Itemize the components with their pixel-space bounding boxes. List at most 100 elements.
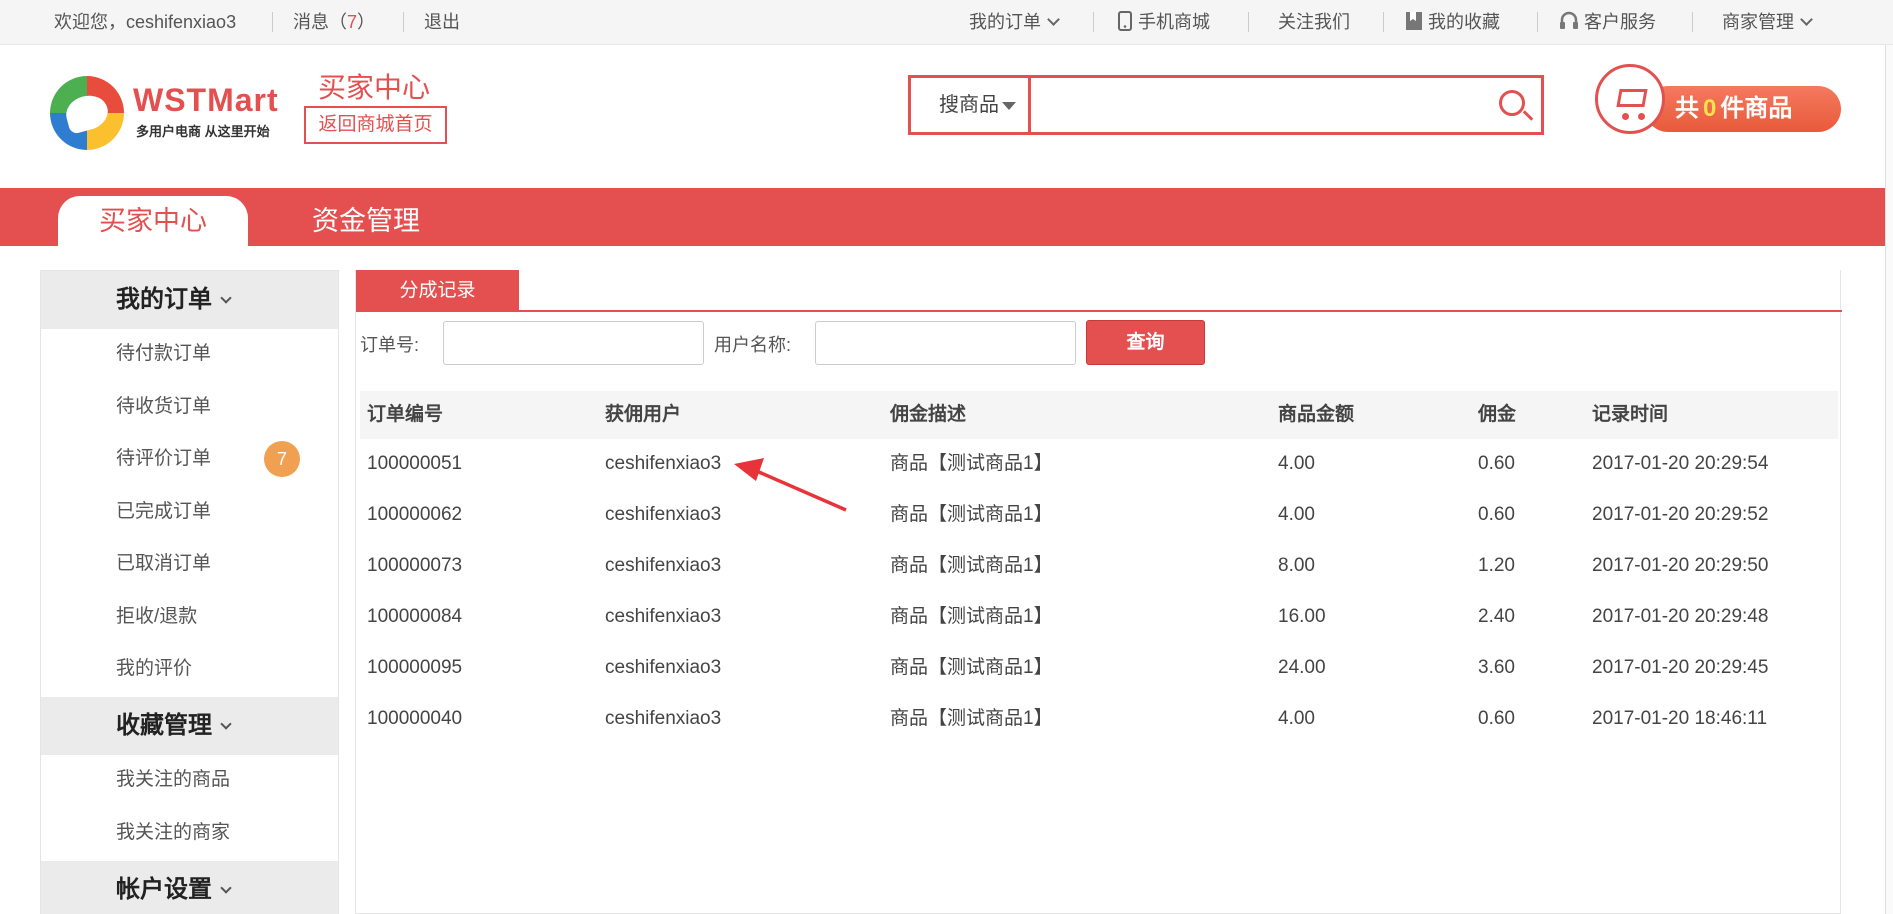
cell-order-no: 100000051	[367, 453, 463, 474]
mobile-mall-link[interactable]: 手机商城	[1118, 10, 1210, 34]
cell-goods-amount: 16.00	[1278, 606, 1326, 627]
cell-user: ceshifenxiao3	[605, 657, 722, 678]
page-scrollbar[interactable]	[1885, 45, 1893, 914]
tab-buyer-center[interactable]: 买家中心	[58, 196, 248, 246]
cell-order-no: 100000084	[367, 606, 463, 627]
divider	[1093, 12, 1094, 32]
query-button[interactable]: 查询	[1086, 320, 1205, 365]
bookmark-icon	[1406, 12, 1422, 30]
messages-close: ）	[357, 12, 376, 32]
cart-button[interactable]: 共 0 件商品	[1595, 64, 1841, 134]
my-orders-label: 我的订单	[969, 12, 1041, 32]
search-input[interactable]	[1035, 80, 1495, 130]
cell-record-time: 2017-01-20 20:29:48	[1592, 606, 1769, 627]
cell-description: 商品【测试商品1】	[890, 504, 1053, 525]
sidebar-item-followed-goods[interactable]: 我关注的商品	[116, 765, 230, 795]
sidebar-section-title: 我的订单	[116, 286, 212, 313]
username-input[interactable]	[815, 321, 1076, 365]
sidebar-item-pending-review[interactable]: 待评价订单	[116, 444, 211, 474]
sidebar-section-favorites[interactable]: 收藏管理	[41, 697, 338, 755]
column-header: 获佣用户	[605, 404, 682, 425]
cell-commission: 1.20	[1478, 555, 1515, 576]
table-row: 100000062 ceshifenxiao3 商品【测试商品1】 4.00 0…	[360, 489, 1838, 540]
cell-record-time: 2017-01-20 20:29:50	[1592, 555, 1769, 576]
cart-suffix: 件商品	[1720, 95, 1793, 122]
cell-description: 商品【测试商品1】	[890, 708, 1053, 729]
sidebar-item-refund[interactable]: 拒收/退款	[116, 602, 197, 632]
sidebar-section-orders[interactable]: 我的订单	[41, 271, 338, 329]
sidebar-section-account[interactable]: 帐户设置	[41, 861, 338, 914]
chevron-down-icon	[220, 882, 232, 894]
divider	[1383, 12, 1384, 32]
mobile-mall-label: 手机商城	[1138, 12, 1210, 32]
logo-text[interactable]: WSTMart	[133, 82, 279, 119]
column-header: 记录时间	[1592, 404, 1669, 425]
logout-link[interactable]: 退出	[424, 10, 460, 34]
my-orders-dropdown[interactable]: 我的订单	[969, 10, 1060, 34]
cell-record-time: 2017-01-20 18:46:11	[1592, 708, 1768, 729]
cell-goods-amount: 4.00	[1278, 453, 1315, 474]
logo-slogan: 多用户电商 从这里开始	[136, 124, 270, 139]
welcome-user-link[interactable]: 欢迎您，ceshifenxiao3	[54, 10, 236, 34]
table-row: 100000040 ceshifenxiao3 商品【测试商品1】 4.00 0…	[360, 693, 1838, 744]
divider	[403, 12, 404, 32]
tab-commission-records[interactable]: 分成记录	[356, 270, 519, 312]
sidebar-section-title: 帐户设置	[116, 876, 212, 903]
follow-us-link[interactable]: 关注我们	[1278, 10, 1350, 34]
search-type-label: 搜商品	[939, 94, 999, 116]
username-label: 用户名称:	[714, 335, 792, 355]
sidebar-item-pending-payment[interactable]: 待付款订单	[116, 339, 211, 369]
sidebar-item-my-reviews[interactable]: 我的评价	[116, 654, 192, 684]
sidebar-item-cancelled[interactable]: 已取消订单	[116, 549, 211, 579]
main-panel: 分成记录 订单号: 用户名称: 查询 订单编号 获佣用户 佣金描述 商品金额 佣…	[355, 270, 1842, 914]
tab-fund-management[interactable]: 资金管理	[312, 196, 420, 246]
sidebar: 我的订单 待付款订单 待收货订单 待评价订单 7 已完成订单 已取消订单 拒收/…	[40, 270, 339, 914]
sidebar-item-completed[interactable]: 已完成订单	[116, 497, 211, 527]
cell-commission: 0.60	[1478, 504, 1515, 525]
customer-service-link[interactable]: 客户服务	[1559, 10, 1656, 34]
column-header: 订单编号	[367, 404, 444, 425]
table-row: 100000051 ceshifenxiao3 商品【测试商品1】 4.00 0…	[360, 438, 1838, 489]
chevron-down-icon	[1047, 13, 1060, 26]
top-bar: 欢迎您，ceshifenxiao3 消息（7） 退出 我的订单 手机商城 关注我…	[0, 0, 1893, 45]
table-header: 订单编号 获佣用户 佣金描述 商品金额 佣金 记录时间	[360, 391, 1838, 439]
pending-review-badge: 7	[264, 441, 300, 477]
messages-link[interactable]: 消息（7）	[293, 10, 375, 34]
sidebar-item-followed-shops[interactable]: 我关注的商家	[116, 818, 230, 848]
table-row: 100000084 ceshifenxiao3 商品【测试商品1】 16.00 …	[360, 591, 1838, 642]
cart-count: 0	[1703, 95, 1717, 122]
cell-description: 商品【测试商品1】	[890, 657, 1053, 678]
cell-goods-amount: 4.00	[1278, 708, 1315, 729]
cell-goods-amount: 8.00	[1278, 555, 1315, 576]
customer-service-label: 客户服务	[1584, 12, 1656, 32]
chevron-down-icon	[220, 292, 232, 304]
search-type-select[interactable]: 搜商品	[911, 78, 1031, 132]
phone-icon	[1118, 11, 1132, 31]
cell-user: ceshifenxiao3	[605, 504, 722, 525]
cell-user: ceshifenxiao3	[605, 453, 722, 474]
my-favorites-label: 我的收藏	[1428, 12, 1500, 32]
my-favorites-link[interactable]: 我的收藏	[1405, 10, 1500, 34]
cell-commission: 0.60	[1478, 453, 1515, 474]
merchant-mgmt-dropdown[interactable]: 商家管理	[1722, 10, 1813, 34]
cell-user: ceshifenxiao3	[605, 555, 722, 576]
sidebar-section-title: 收藏管理	[116, 712, 212, 739]
tab-underline	[356, 310, 1842, 312]
cell-order-no: 100000062	[367, 504, 463, 525]
caret-down-icon	[1002, 102, 1016, 110]
messages-label: 消息（	[293, 12, 347, 32]
cell-description: 商品【测试商品1】	[890, 555, 1053, 576]
search-icon[interactable]	[1499, 90, 1525, 116]
logo-icon[interactable]	[50, 76, 124, 150]
sidebar-item-pending-receipt[interactable]: 待收货订单	[116, 392, 211, 422]
cell-goods-amount: 4.00	[1278, 504, 1315, 525]
logo-wordmark: WSTMart	[133, 82, 279, 118]
back-home-button[interactable]: 返回商城首页	[304, 106, 447, 144]
cart-summary: 共 0 件商品	[1645, 86, 1841, 132]
divider	[1692, 12, 1693, 32]
search-bar: 搜商品	[908, 75, 1544, 135]
order-no-label: 订单号:	[360, 335, 420, 355]
cell-description: 商品【测试商品1】	[890, 453, 1053, 474]
order-no-input[interactable]	[443, 321, 704, 365]
divider	[1537, 12, 1538, 32]
